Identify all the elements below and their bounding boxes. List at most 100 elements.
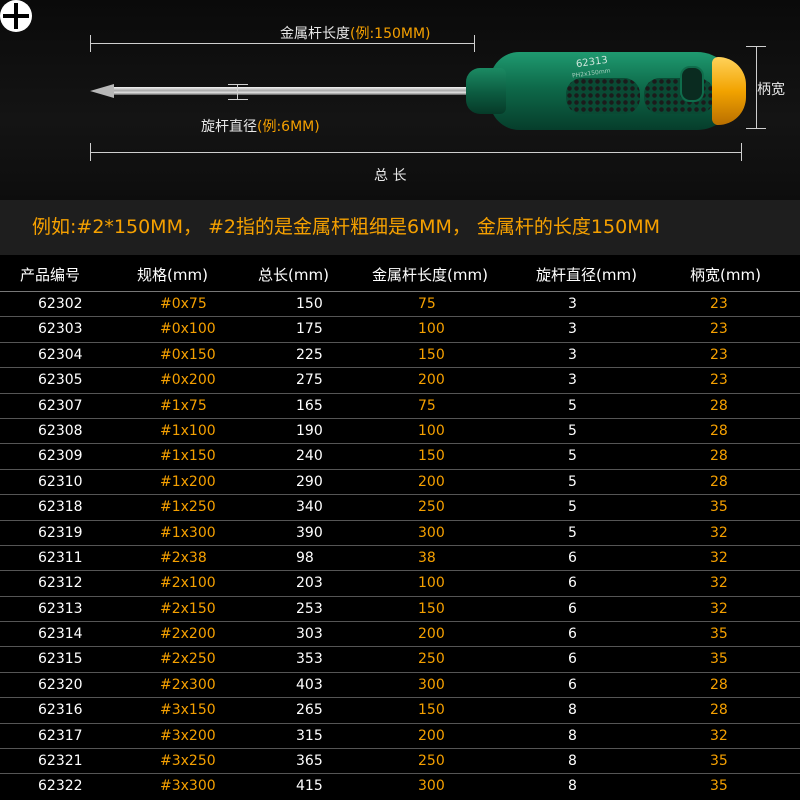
cell-handle-width: 28 <box>710 422 728 439</box>
cell-spec: #3x200 <box>160 727 216 744</box>
cell-product-code: 62304 <box>38 346 83 363</box>
table-row: 62305 #0x200 275 200 3 23 <box>0 368 800 394</box>
screwdriver-tip <box>90 84 114 98</box>
cell-total-length: 415 <box>296 778 323 795</box>
cell-spec: #2x250 <box>160 651 216 668</box>
cell-rod-diameter: 3 <box>568 346 577 363</box>
rod-diameter-marker-bottom <box>228 99 248 100</box>
table-row: 62322 #3x300 415 300 8 35 <box>0 774 800 799</box>
cell-handle-width: 23 <box>710 321 728 338</box>
cell-metal-rod-length: 100 <box>418 321 445 338</box>
cell-spec: #0x100 <box>160 321 216 338</box>
cell-metal-rod-length: 150 <box>418 702 445 719</box>
phillips-head-icon <box>0 0 32 32</box>
total-length-dimension-line <box>90 152 742 153</box>
cell-total-length: 240 <box>296 448 323 465</box>
cell-rod-diameter: 5 <box>568 397 577 414</box>
cell-spec: #1x150 <box>160 448 216 465</box>
cell-handle-width: 32 <box>710 524 728 541</box>
cell-rod-diameter: 6 <box>568 575 577 592</box>
table-row: 62317 #3x200 315 200 8 32 <box>0 724 800 750</box>
cell-product-code: 62320 <box>38 676 83 693</box>
cell-spec: #0x200 <box>160 372 216 389</box>
cell-metal-rod-length: 200 <box>418 473 445 490</box>
cell-handle-width: 35 <box>710 753 728 770</box>
cell-metal-rod-length: 300 <box>418 676 445 693</box>
cell-total-length: 303 <box>296 626 323 643</box>
table-row: 62311 #2x38 98 38 6 32 <box>0 546 800 572</box>
table-row: 62304 #0x150 225 150 3 23 <box>0 343 800 369</box>
cell-product-code: 62313 <box>38 600 83 617</box>
cell-rod-diameter: 8 <box>568 778 577 795</box>
cell-product-code: 62317 <box>38 727 83 744</box>
cell-spec: #0x150 <box>160 346 216 363</box>
cell-rod-diameter: 6 <box>568 549 577 566</box>
cell-rod-diameter: 8 <box>568 702 577 719</box>
table-row: 62319 #1x300 390 300 5 32 <box>0 521 800 546</box>
cell-product-code: 62315 <box>38 651 83 668</box>
cell-spec: #0x75 <box>160 296 207 312</box>
rod-diameter-label: 旋杆直径(例:6MM) <box>201 119 320 135</box>
table-row: 62308 #1x100 190 100 5 28 <box>0 419 800 445</box>
cell-product-code: 62302 <box>38 296 83 312</box>
metal-rod-length-label: 金属杆长度(例:150MM) <box>280 26 431 42</box>
cell-rod-diameter: 6 <box>568 626 577 643</box>
cell-total-length: 150 <box>296 296 323 312</box>
cell-metal-rod-length: 150 <box>418 346 445 363</box>
cell-handle-width: 35 <box>710 626 728 643</box>
cell-handle-width: 32 <box>710 600 728 617</box>
cell-total-length: 275 <box>296 372 323 389</box>
cell-total-length: 315 <box>296 727 323 744</box>
cell-spec: #1x300 <box>160 524 216 541</box>
header-spec: 规格(mm) <box>137 266 208 284</box>
table-row: 62321 #3x250 365 250 8 35 <box>0 749 800 775</box>
cell-handle-width: 28 <box>710 448 728 465</box>
handle-width-label: 柄宽 <box>757 82 785 98</box>
cell-product-code: 62312 <box>38 575 83 592</box>
cell-handle-width: 32 <box>710 575 728 592</box>
cell-metal-rod-length: 150 <box>418 600 445 617</box>
cell-product-code: 62308 <box>38 422 83 439</box>
rod-diameter-example: (例:6MM) <box>257 119 320 135</box>
cell-product-code: 62305 <box>38 372 83 389</box>
cell-metal-rod-length: 38 <box>418 549 436 566</box>
table-row: 62314 #2x200 303 200 6 35 <box>0 622 800 648</box>
cell-handle-width: 28 <box>710 473 728 490</box>
rod-diameter-marker <box>237 84 238 100</box>
dimension-tick <box>90 35 91 52</box>
cell-total-length: 175 <box>296 321 323 338</box>
cell-metal-rod-length: 150 <box>418 448 445 465</box>
cell-spec: #3x300 <box>160 778 216 795</box>
cell-spec: #1x200 <box>160 473 216 490</box>
cell-product-code: 62321 <box>38 753 83 770</box>
cell-spec: #3x150 <box>160 702 216 719</box>
handle-endcap <box>712 57 746 125</box>
cell-total-length: 340 <box>296 499 323 516</box>
dimension-tick <box>474 35 475 52</box>
cell-product-code: 62303 <box>38 321 83 338</box>
table-row: 62320 #2x300 403 300 6 28 <box>0 673 800 699</box>
metal-rod-length-dimension-line <box>90 43 475 44</box>
product-diagram: 金属杆长度(例:150MM) 62313 PH2x150mm 旋杆直径(例:6M… <box>0 0 800 200</box>
cell-total-length: 390 <box>296 524 323 541</box>
cell-spec: #2x100 <box>160 575 216 592</box>
cell-metal-rod-length: 300 <box>418 524 445 541</box>
cell-handle-width: 32 <box>710 727 728 744</box>
cell-metal-rod-length: 200 <box>418 626 445 643</box>
cell-rod-diameter: 5 <box>568 473 577 490</box>
handle-ferrule <box>466 68 506 114</box>
table-row: 62302 #0x75 150 75 3 23 <box>0 292 800 318</box>
cell-rod-diameter: 3 <box>568 372 577 389</box>
cell-total-length: 353 <box>296 651 323 668</box>
cell-product-code: 62309 <box>38 448 83 465</box>
handle-hang-hole <box>680 66 704 102</box>
cell-rod-diameter: 5 <box>568 422 577 439</box>
cell-total-length: 365 <box>296 753 323 770</box>
cell-handle-width: 23 <box>710 346 728 363</box>
cell-metal-rod-length: 75 <box>418 397 436 414</box>
cell-rod-diameter: 3 <box>568 321 577 338</box>
example-explanation: 例如:#2*150MM， #2指的是金属杆粗细是6MM， 金属杆的长度150MM <box>0 200 800 255</box>
cell-product-code: 62310 <box>38 473 83 490</box>
table-row: 62316 #3x150 265 150 8 28 <box>0 698 800 724</box>
cell-total-length: 225 <box>296 346 323 363</box>
